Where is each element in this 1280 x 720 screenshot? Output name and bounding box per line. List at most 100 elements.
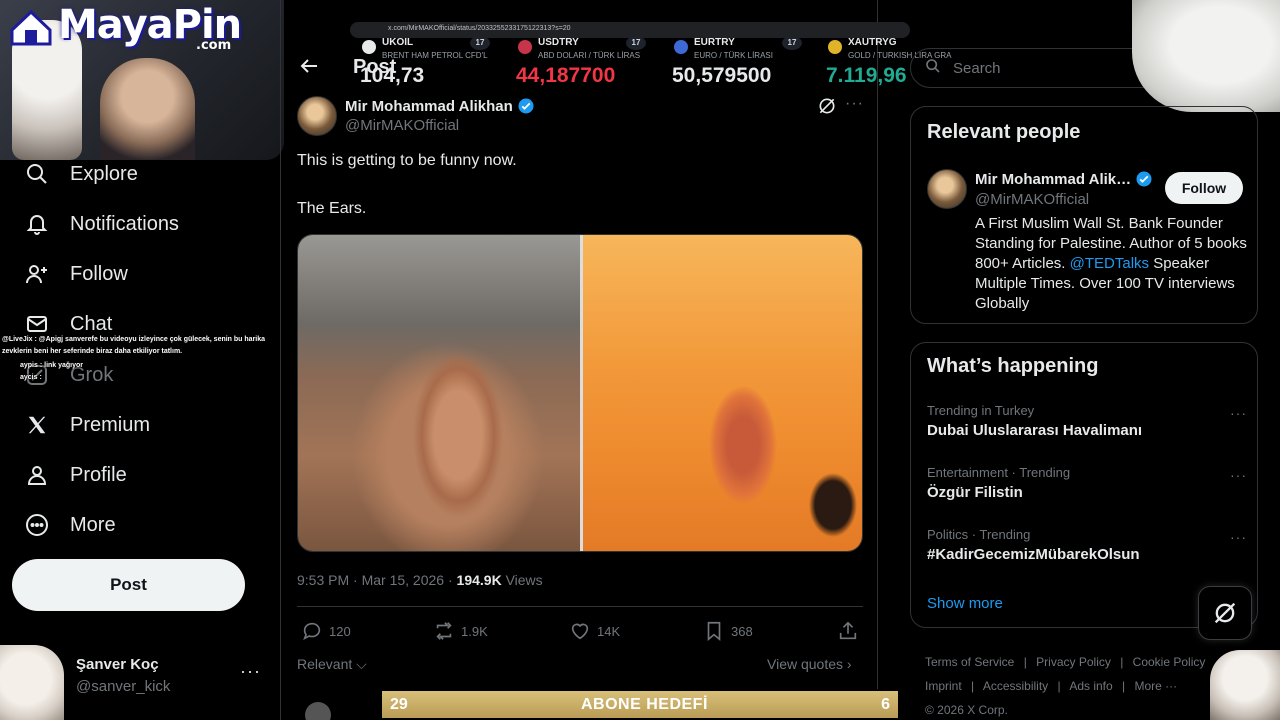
footer-link[interactable]: Imprint — [925, 679, 962, 693]
bookmark-button[interactable]: 368 — [703, 620, 753, 642]
copyright: © 2026 X Corp. — [925, 703, 1008, 717]
nav-label: Profile — [70, 463, 127, 486]
footer-separator: | — [1120, 655, 1124, 669]
views-count: 194.9K — [456, 572, 502, 588]
more-dots-icon[interactable]: ··· — [240, 661, 261, 682]
trend-category: Trending in Turkey — [927, 403, 1035, 418]
avatar[interactable] — [927, 169, 967, 209]
account-switcher[interactable]: Şanver Koç @sanver_kick ··· — [0, 645, 270, 720]
footer-link[interactable]: Privacy Policy — [1036, 655, 1111, 669]
more-options-icon[interactable]: ··· — [845, 95, 864, 113]
nav-item-explore[interactable]: Explore — [24, 154, 138, 194]
footer-row: Terms of Service | Privacy Policy | Cook… — [925, 650, 1225, 674]
trend-item[interactable]: Trending in Turkey Dubai Uluslararası Ha… — [927, 403, 1247, 439]
show-more-link[interactable]: Show more — [927, 595, 1003, 612]
ticker-desc: BRENT HAM PETROL CFD'L — [382, 51, 488, 60]
person-bio: A First Muslim Wall St. Bank Founder Sta… — [975, 214, 1247, 314]
ticker-item[interactable]: UKOIL BRENT HAM PETROL CFD'L 104,73 17 — [350, 36, 500, 92]
tweet-media[interactable] — [297, 234, 863, 552]
footer-link[interactable]: Cookie Policy — [1133, 655, 1206, 669]
nav-item-notifications[interactable]: Notifications — [24, 204, 179, 244]
follow-button[interactable]: Follow — [1165, 172, 1243, 204]
footer-links: Terms of Service | Privacy Policy | Cook… — [925, 650, 1225, 720]
goal-current: 29 — [390, 695, 408, 713]
ear-photo-right[interactable] — [583, 235, 862, 551]
ticker-value: 44,187700 — [516, 64, 616, 87]
author-name-row[interactable]: Mir Mohammad Alikhan — [345, 97, 535, 115]
share-button[interactable] — [837, 620, 859, 642]
view-quotes-link[interactable]: View quotes › — [767, 656, 852, 672]
footer-link[interactable]: Accessibility — [983, 679, 1048, 693]
main-column: Post Mir Mohammad Alikhan @MirMAKOfficia… — [280, 0, 878, 720]
footer-link[interactable]: Ads info — [1069, 679, 1112, 693]
ticker-symbol: UKOIL — [382, 37, 414, 48]
footer-link[interactable]: More ··· — [1135, 679, 1178, 693]
reply-sort-dropdown[interactable]: Relevant ⌵ — [297, 656, 367, 673]
ticker-item[interactable]: USDTRY ABD DOLARI / TÜRK LİRAS 44,187700… — [506, 36, 656, 92]
bookmark-count: 368 — [731, 623, 753, 639]
footer-row: Imprint | Accessibility | Ads info | Mor… — [925, 674, 1225, 698]
author-avatar[interactable] — [297, 96, 337, 136]
footer-separator: | — [1057, 679, 1061, 693]
like-button[interactable]: 14K — [569, 620, 620, 642]
house-logo-icon — [10, 9, 52, 46]
ticker-dot — [828, 40, 842, 54]
bio-mention-link[interactable]: @TEDTalks — [1070, 255, 1149, 272]
cat-image — [1132, 0, 1280, 112]
person-icon — [24, 462, 50, 488]
nav-label: Explore — [70, 162, 138, 185]
footer-link[interactable]: Terms of Service — [925, 655, 1014, 669]
reply-avatar[interactable] — [305, 702, 331, 720]
ticker-desc: ABD DOLARI / TÜRK LİRAS — [538, 51, 641, 60]
nav-item-follow[interactable]: Follow — [24, 254, 128, 294]
nav-item-more[interactable]: More — [24, 505, 116, 545]
more-options-icon[interactable]: ··· — [1230, 405, 1247, 421]
ticker-symbol: XAUTRYG — [848, 37, 897, 48]
finance-ticker: UKOIL BRENT HAM PETROL CFD'L 104,73 17 U… — [350, 36, 970, 92]
tweet-actions: 120 1.9K 14K 368 — [297, 620, 863, 644]
card-title: Relevant people — [927, 121, 1081, 143]
cat-image — [1210, 650, 1280, 720]
tweet-text: The Ears. — [297, 200, 367, 217]
nav-item-profile[interactable]: Profile — [24, 455, 127, 495]
tweet-meta: 9:53 PM · Mar 15, 2026 · 194.9K Views — [297, 572, 543, 588]
heart-icon — [571, 623, 589, 640]
author-handle[interactable]: @MirMAKOfficial — [345, 117, 459, 134]
ear-photo-left[interactable] — [298, 235, 580, 551]
webcam-overlay: MayaPin .com — [0, 0, 284, 160]
more-options-icon[interactable]: ··· — [1230, 529, 1247, 545]
tweet-time[interactable]: 9:53 PM · Mar 15, 2026 · — [297, 572, 457, 588]
repost-button[interactable]: 1.9K — [433, 620, 488, 642]
footer-separator: | — [971, 679, 975, 693]
verified-badge-icon — [518, 98, 534, 114]
goal-label: ABONE HEDEFİ — [580, 695, 708, 713]
ticker-item[interactable]: EURTRY EURO / TÜRK LİRASI 50,579500 17 — [662, 36, 812, 92]
grok-floating-button[interactable] — [1198, 586, 1252, 640]
person-name-row[interactable]: Mir Mohammad Alik… — [975, 170, 1153, 188]
ticker-dot — [674, 40, 688, 54]
views-label: Views — [501, 572, 543, 588]
grok-explain-icon[interactable] — [817, 96, 837, 116]
avatar — [0, 645, 64, 720]
post-button[interactable]: Post — [12, 559, 245, 611]
account-name: Şanver Koç — [76, 656, 159, 673]
reply-button[interactable]: 120 — [301, 620, 351, 642]
person-handle[interactable]: @MirMAKOfficial — [975, 191, 1089, 208]
ticker-badge: 17 — [626, 36, 646, 50]
goal-target: 6 — [881, 695, 890, 713]
back-arrow-icon[interactable] — [299, 56, 319, 82]
reply-icon — [303, 622, 321, 641]
relevant-people-card: Relevant people Mir Mohammad Alik… @MirM… — [910, 106, 1258, 324]
more-options-icon[interactable]: ··· — [1230, 467, 1247, 483]
nav-label: More — [70, 513, 116, 536]
url-text[interactable]: x.com/MirMAKOfficial/status/203325523317… — [388, 25, 571, 32]
account-handle: @sanver_kick — [76, 678, 171, 695]
trend-item[interactable]: Entertainment · Trending Özgür Filistin … — [927, 465, 1247, 501]
bookmark-icon — [707, 621, 721, 642]
ticker-value: 7.119,96 — [826, 64, 907, 87]
nav-label: Chat — [70, 312, 113, 335]
ticker-symbol: EURTRY — [694, 37, 735, 48]
trend-item[interactable]: Politics · Trending #KadirGecemizMübarek… — [927, 527, 1247, 563]
whats-happening-card: What’s happening Trending in Turkey Duba… — [910, 342, 1258, 628]
nav-item-premium[interactable]: Premium — [24, 405, 150, 445]
